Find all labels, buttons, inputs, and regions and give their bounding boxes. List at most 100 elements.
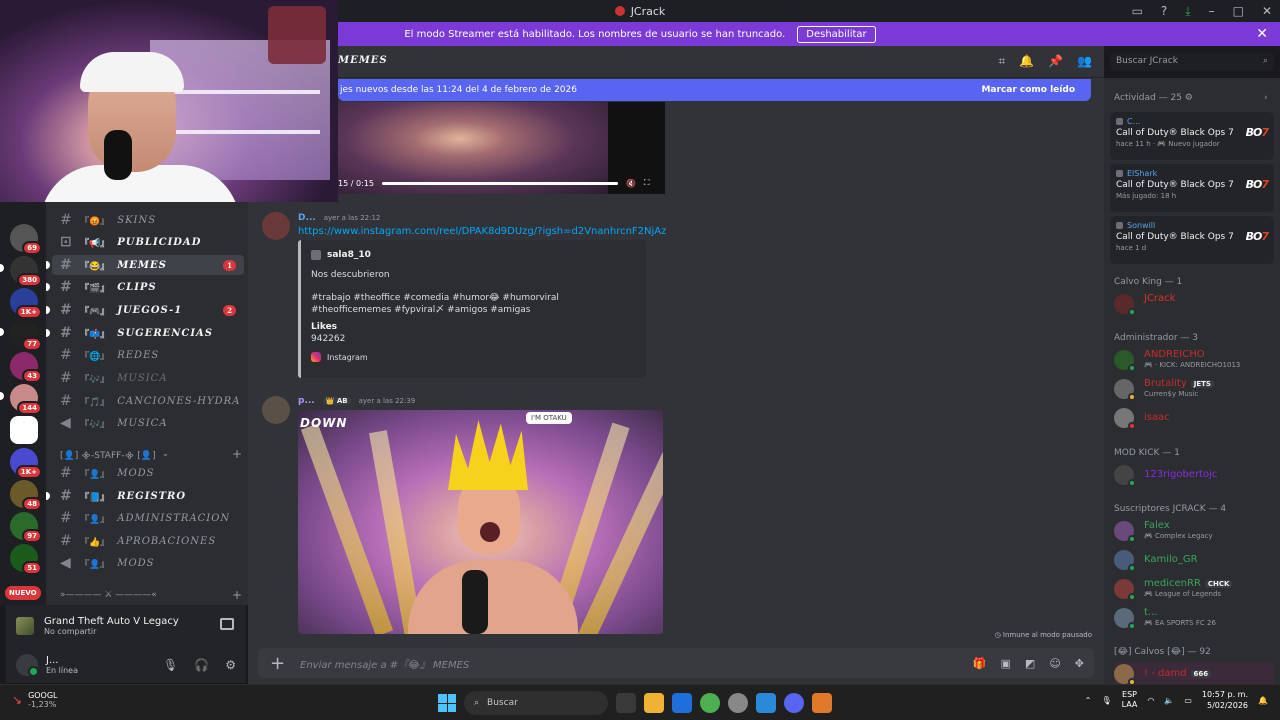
channel-administracion[interactable]: # 『👤』 ADMINISTRACION <box>52 508 244 528</box>
volume-icon[interactable]: 🔈 <box>1164 696 1174 705</box>
channel-registro[interactable]: # 『📘』 REGISTRO <box>46 486 244 506</box>
stream-icon[interactable] <box>220 618 234 630</box>
channel-clips[interactable]: # 『🎬』 CLIPS <box>46 277 244 297</box>
activity-card[interactable]: Sonwill Call of Duty® Black Ops 7 hace 1… <box>1110 216 1274 264</box>
channel-skins[interactable]: # 『😡』 SKINS <box>52 210 244 230</box>
video-progress[interactable] <box>381 181 618 185</box>
discord-icon[interactable] <box>784 693 804 713</box>
message-link[interactable]: https://www.instagram.com/reel/DPAK8d9DU… <box>298 226 666 237</box>
download-icon[interactable]: ⤓ <box>1185 4 1190 19</box>
message-author[interactable]: D... <box>298 213 316 223</box>
message-input[interactable]: Enviar mensaje a #『😂』 MEMES <box>300 656 469 671</box>
obs-icon[interactable] <box>728 693 748 713</box>
disable-streamer-button[interactable]: Deshabilitar <box>797 25 876 43</box>
close-banner-icon[interactable]: ✕ <box>1256 26 1268 42</box>
volume-icon[interactable]: 🔇 <box>626 179 636 188</box>
app-icon[interactable] <box>812 693 832 713</box>
avatar[interactable] <box>262 396 290 424</box>
threads-icon[interactable]: ⌗ <box>998 54 1005 69</box>
minimize-button[interactable]: – <box>1209 4 1215 18</box>
chrome-icon[interactable] <box>700 693 720 713</box>
server-icon[interactable]: 144 <box>10 384 42 415</box>
notification-bell-icon[interactable]: 🔔 <box>1258 696 1268 705</box>
member-item[interactable]: ANDREICHO 🎮 · KICK: ANDREICHO1013 <box>1114 348 1274 372</box>
screen-share-icon[interactable]: ▭ <box>1132 4 1143 18</box>
stock-widget[interactable]: ↘ GOOGL -1,23% <box>12 691 58 709</box>
voice-channel-mods[interactable]: ◀ 『👤』 MODS <box>52 553 244 573</box>
channel-canciones-hydra[interactable]: # 『🎵』 CANCIONES-HYDRA <box>52 391 244 411</box>
bell-icon[interactable]: 🔔 <box>1019 54 1034 69</box>
activity-header[interactable]: Actividad — 25 ⚙ › <box>1114 93 1268 103</box>
server-icon[interactable]: 48 <box>10 480 42 511</box>
search-input[interactable]: Buscar JCrack ⌕ <box>1110 53 1274 71</box>
member-item[interactable]: 123rigobertojc <box>1114 463 1274 487</box>
server-icon[interactable]: 51 <box>10 544 42 575</box>
apps-icon[interactable]: ✥ <box>1075 657 1084 670</box>
add-channel-icon[interactable]: + <box>232 447 242 461</box>
new-badge[interactable]: NUEVO <box>5 586 41 600</box>
member-item[interactable]: Falex 🎮 Complex Legacy <box>1114 519 1274 543</box>
microphone-icon[interactable]: 🎙 <box>163 658 178 672</box>
fullscreen-icon[interactable]: ⛶ <box>644 178 650 188</box>
taskbar-search[interactable]: ⌕ Buscar <box>464 691 608 715</box>
video-player[interactable]: 15 / 0:15 🔇 ⛶ <box>338 102 665 194</box>
server-icon[interactable]: 43 <box>10 352 42 383</box>
mark-read-button[interactable]: Marcar como leído <box>981 85 1075 95</box>
server-icon[interactable] <box>10 416 38 444</box>
headphones-icon[interactable]: 🎧 <box>194 658 209 672</box>
message-author[interactable]: p... <box>298 396 315 406</box>
windows-start-icon[interactable] <box>438 694 456 712</box>
message-image[interactable]: DOWN I'M OTAKU <box>298 410 663 634</box>
help-icon[interactable]: ? <box>1161 4 1167 18</box>
photos-icon[interactable] <box>756 693 776 713</box>
member-item[interactable]: isaac <box>1114 406 1274 430</box>
emoji-icon[interactable]: ☺ <box>1049 657 1060 670</box>
task-view-icon[interactable] <box>616 693 636 713</box>
channel-publicidad[interactable]: ⊡ 『📢』 PUBLICIDAD <box>52 232 244 252</box>
category-more[interactable]: »———— ⚔ ————« + <box>60 588 246 602</box>
microphone-icon[interactable]: 🎙 <box>1101 696 1111 705</box>
server-icon[interactable]: 97 <box>10 512 42 543</box>
battery-icon[interactable]: ▭ <box>1184 696 1192 705</box>
channel-memes[interactable]: # 『😂』 MEMES 1 <box>46 255 244 275</box>
outlook-icon[interactable] <box>672 693 692 713</box>
channel-juegos[interactable]: # 『🎮』 JUEGOS-1 2 <box>46 300 244 320</box>
server-icon[interactable]: 77 <box>10 320 42 351</box>
member-item[interactable]: JCrack <box>1114 292 1274 316</box>
channel-aprobaciones[interactable]: # 『👍』 APROBACIONES <box>52 531 244 551</box>
members-icon[interactable]: 👥 <box>1077 54 1092 69</box>
server-icon[interactable]: 380 <box>10 256 42 287</box>
clock[interactable]: 10:57 p. m. 5/02/2026 <box>1202 689 1248 711</box>
embed-author[interactable]: sala8_10 <box>311 250 636 260</box>
avatar[interactable] <box>16 654 39 677</box>
attach-plus-icon[interactable]: + <box>270 653 286 674</box>
gift-icon[interactable]: 🎁 <box>973 657 987 670</box>
member-item[interactable]: t... 🎮 EA SPORTS FC 26 <box>1114 606 1274 630</box>
close-button[interactable]: ✕ <box>1262 4 1272 18</box>
chevron-up-icon[interactable]: ⌃ <box>1085 696 1092 705</box>
member-item[interactable]: ! - damd 666 <box>1114 662 1274 686</box>
server-icon[interactable]: 69 <box>10 224 42 255</box>
channel-sugerencias[interactable]: # 『📫』 SUGERENCIAS <box>46 323 244 343</box>
activity-card[interactable]: ElShark Call of Duty® Black Ops 7 Más ju… <box>1110 164 1274 212</box>
server-icon[interactable]: 1K+ <box>10 448 42 479</box>
message-composer[interactable]: + Enviar mensaje a #『😂』 MEMES 🎁 ▣ ◩ ☺ ✥ <box>258 648 1094 678</box>
gif-icon[interactable]: ▣ <box>1001 657 1011 670</box>
member-item[interactable]: Brutality JETS Curren$y Music <box>1114 377 1274 401</box>
category-staff[interactable]: [👤] ᯽-STAFF-᯽ [👤] ⌄ + <box>60 447 246 461</box>
channel-redes[interactable]: # 『🌐』 REDES <box>52 345 244 365</box>
activity-card[interactable]: C... Call of Duty® Black Ops 7 hace 11 h… <box>1110 112 1274 160</box>
maximize-button[interactable]: □ <box>1233 4 1244 18</box>
avatar[interactable] <box>262 212 290 240</box>
server-icon[interactable]: 1K+ <box>10 288 42 319</box>
member-item[interactable]: Kamilo_GR <box>1114 548 1274 572</box>
gear-icon[interactable]: ⚙ <box>1185 93 1193 103</box>
channel-mods[interactable]: # 『👤』 MODS <box>52 463 244 483</box>
voice-channel-musica[interactable]: ◀ 『🎶』 MUSICA <box>52 413 244 433</box>
new-messages-bar[interactable]: jes nuevos desde las 11:24 del 4 de febr… <box>338 79 1091 101</box>
file-explorer-icon[interactable] <box>644 693 664 713</box>
sticker-icon[interactable]: ◩ <box>1025 657 1035 670</box>
add-channel-icon[interactable]: + <box>232 588 242 602</box>
member-item[interactable]: medicenRR CHCK 🎮 League of Legends <box>1114 577 1274 601</box>
channel-musica[interactable]: # 『🎶』 MUSICA <box>52 368 244 388</box>
